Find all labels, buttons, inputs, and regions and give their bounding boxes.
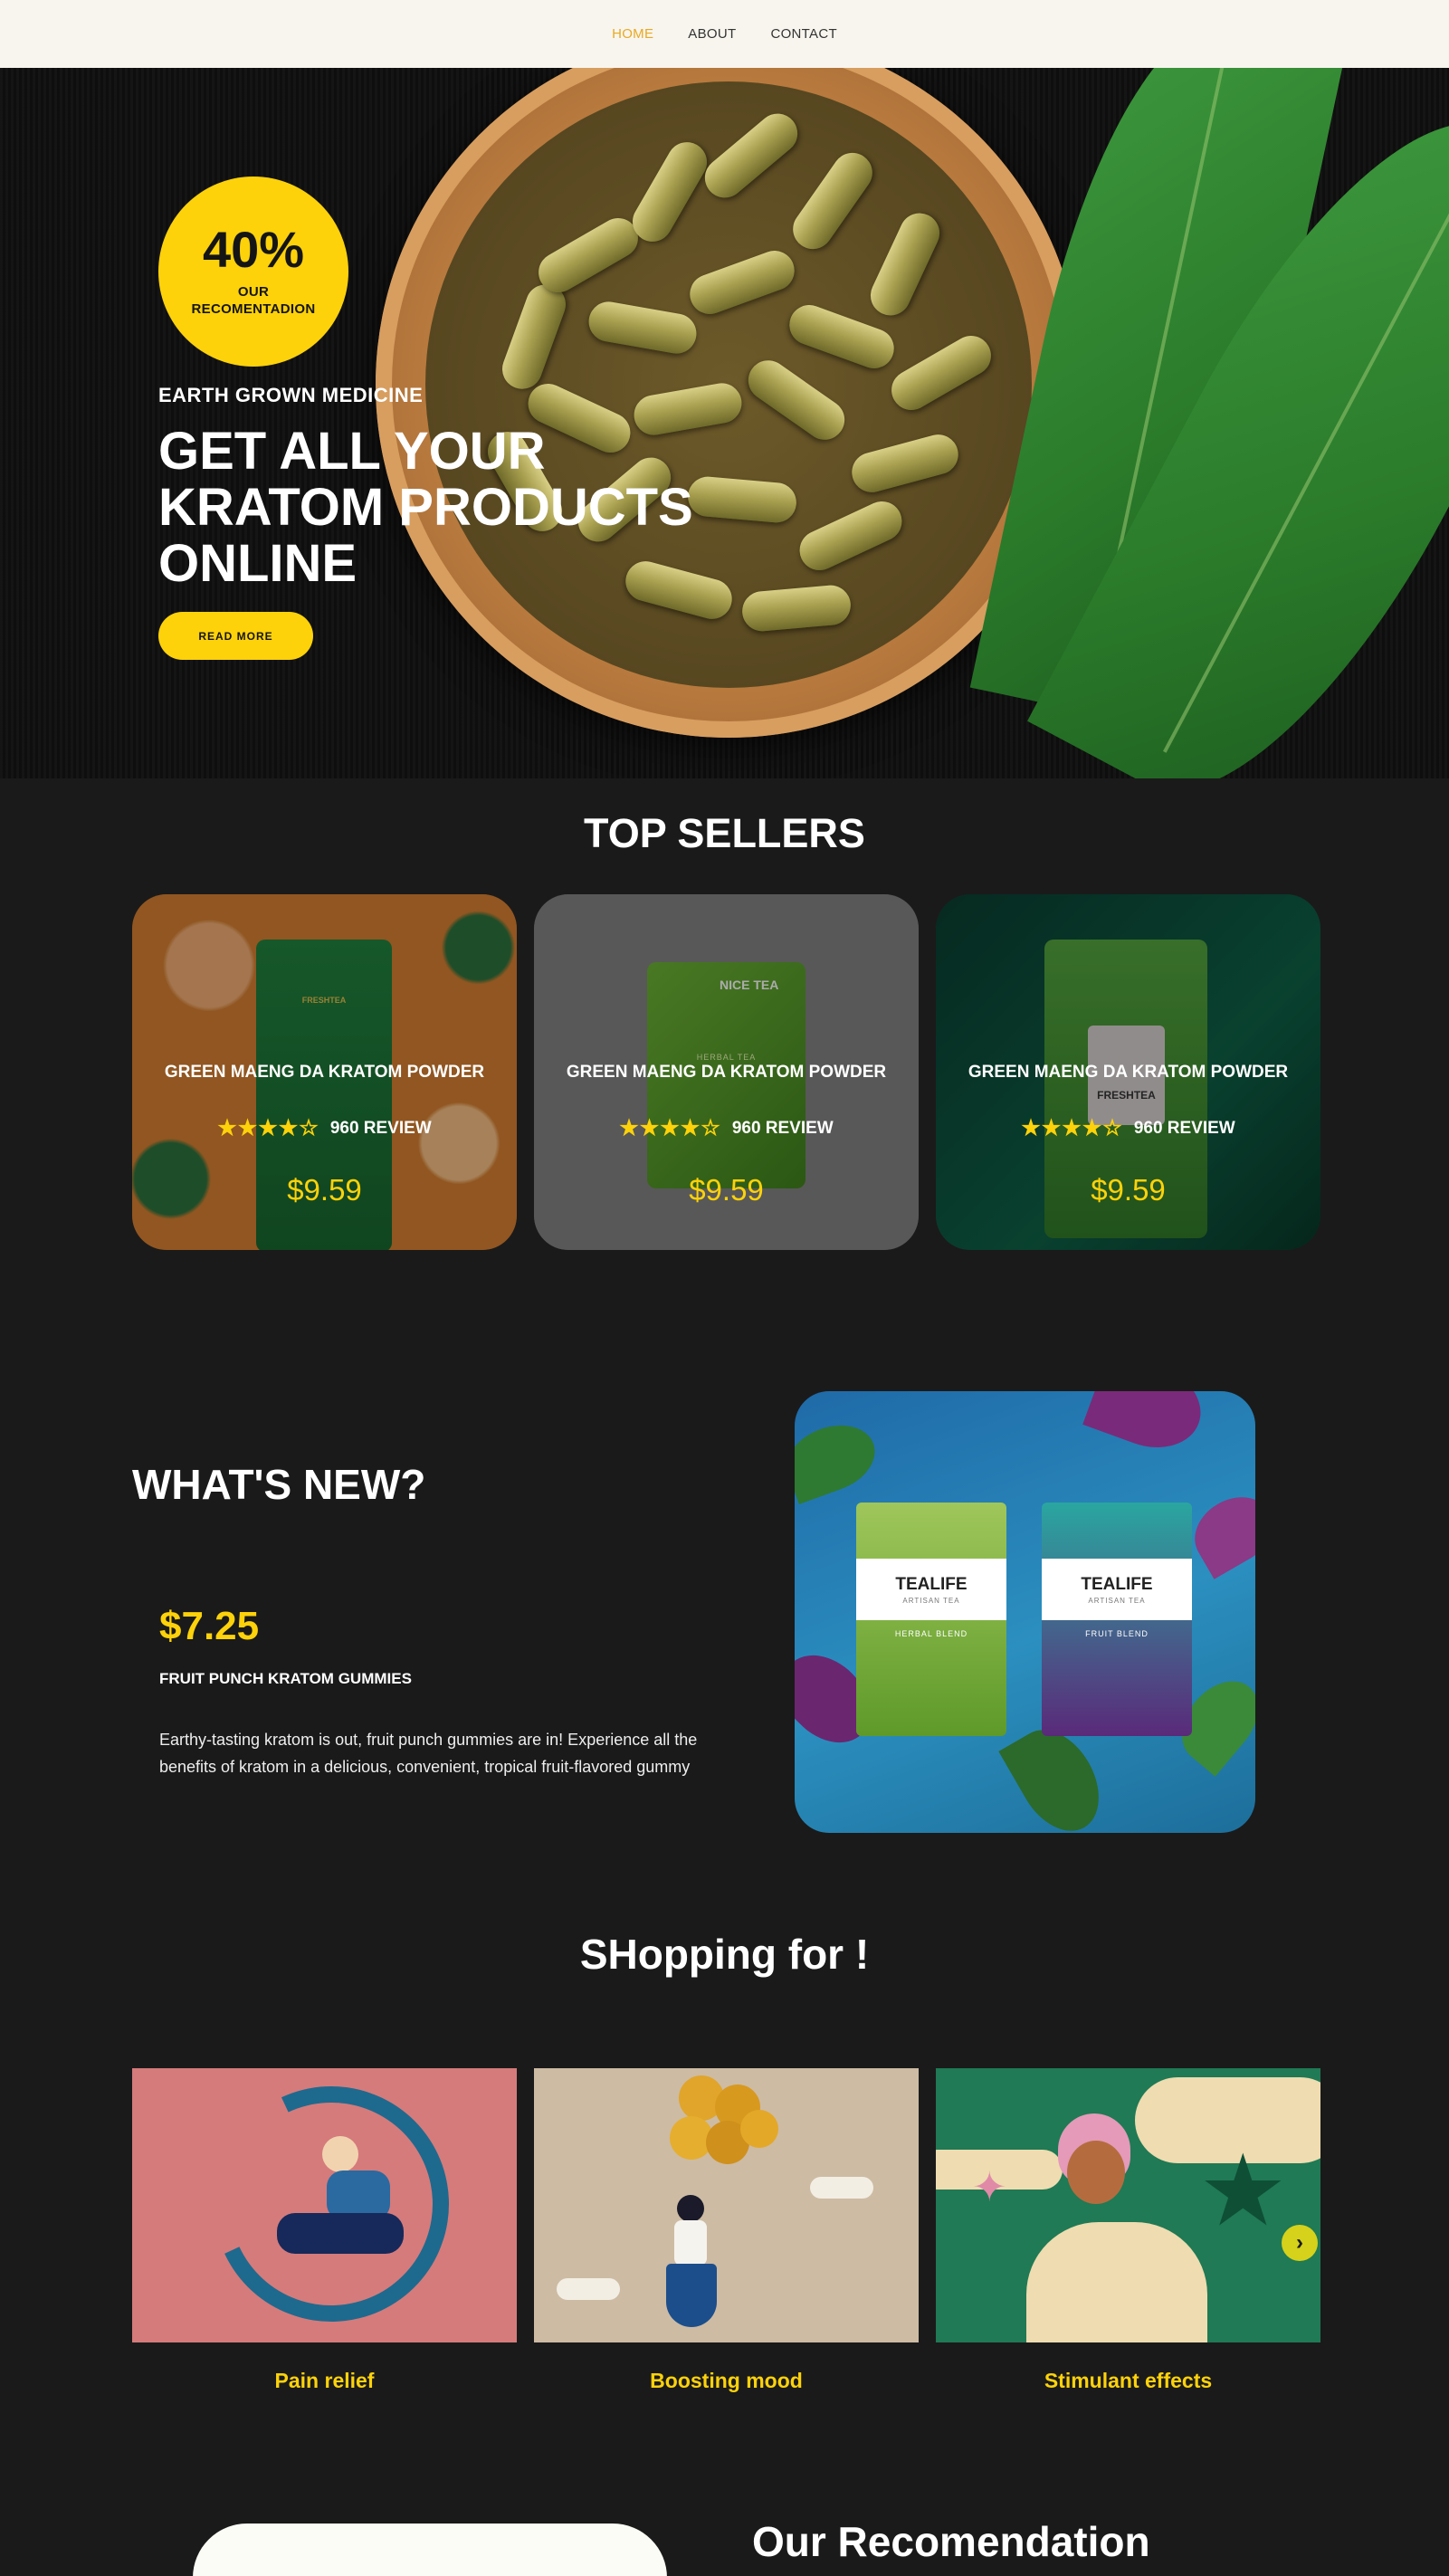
product-rating: ★★★★☆ 960 REVIEW: [936, 1115, 1320, 1141]
star-rating-icon: ★★★★☆: [619, 1116, 721, 1140]
product-card[interactable]: NICE TEA HERBAL TEA GREEN MAENG DA KRATO…: [534, 894, 919, 1250]
tea-tagline: ARTISAN TEA: [902, 1596, 960, 1605]
flower-decoration: [1182, 1484, 1255, 1579]
shop-category-card[interactable]: [132, 2068, 517, 2342]
stretching-person-illustration: [268, 2136, 413, 2272]
product-price: $9.59: [1091, 1173, 1166, 1207]
sparkle-icon: ✦: [972, 2162, 1007, 2211]
product-name: GREEN MAENG DA KRATOM POWDER: [566, 1063, 887, 1082]
product-card[interactable]: FRESHTEA GREEN MAENG DA KRATOM POWDER ★★…: [132, 894, 517, 1250]
shop-category-card[interactable]: ★ ✦: [936, 2068, 1320, 2342]
kratom-capsules-image: [425, 81, 1032, 688]
cloud-illustration: [810, 2177, 873, 2199]
featured-description: Earthy-tasting kratom is out, fruit punc…: [159, 1731, 698, 1776]
leaf-decoration: [795, 1414, 884, 1504]
top-sellers-title: TOP SELLERS: [584, 810, 865, 856]
shopping-title: SHopping for !: [579, 1931, 870, 1978]
product-rating: ★★★★☆ 960 REVIEW: [132, 1115, 517, 1141]
product-price: $9.59: [287, 1173, 362, 1207]
product-rating: ★★★★☆ 960 REVIEW: [534, 1115, 919, 1141]
shop-category-label[interactable]: Pain relief: [132, 2369, 517, 2393]
product-name: GREEN MAENG DA KRATOM POWDER: [164, 1063, 485, 1082]
product-price: $9.59: [689, 1173, 764, 1207]
flower-decoration: [1082, 1391, 1213, 1462]
whats-new-title: WHAT'S NEW?: [132, 1461, 426, 1508]
star-rating-icon: ★★★★☆: [1021, 1116, 1123, 1140]
star-rating-icon: ★★★★☆: [217, 1116, 319, 1140]
read-more-button[interactable]: READ MORE: [158, 612, 313, 660]
shop-category-label[interactable]: Boosting mood: [534, 2369, 919, 2393]
tea-tagline: ARTISAN TEA: [1088, 1596, 1146, 1605]
hero-title: GET ALL YOUR KRATOM PRODUCTS ONLINE: [158, 422, 693, 593]
recommendation-title: Our Recomendation: [752, 2518, 1150, 2565]
recommendation-card: [193, 2524, 667, 2576]
discount-label: OUR RECOMENTADION: [191, 284, 316, 317]
tea-box-label: TEALIFE ARTISAN TEA: [856, 1559, 1006, 1620]
featured-product-image: TEALIFE ARTISAN TEA HERBAL BLEND TEALIFE…: [795, 1391, 1255, 1833]
review-count: 960 REVIEW: [1133, 1119, 1235, 1138]
hero-eyebrow: EARTH GROWN MEDICINE: [158, 384, 424, 406]
carousel-next-button[interactable]: ›: [1282, 2225, 1318, 2261]
tea-brand: TEALIFE: [895, 1574, 968, 1594]
discount-percent: 40%: [202, 221, 305, 279]
product-name: GREEN MAENG DA KRATOM POWDER: [968, 1063, 1289, 1082]
woman-illustration: [661, 2195, 724, 2340]
tea-box-label: TEALIFE ARTISAN TEA: [1042, 1559, 1192, 1620]
tea-brand: TEALIFE: [1081, 1574, 1153, 1594]
tea-box-herbal: TEALIFE ARTISAN TEA HERBAL BLEND: [856, 1503, 1006, 1736]
featured-product-name: FRUIT PUNCH KRATOM GUMMIES: [159, 1670, 412, 1687]
shop-category-card[interactable]: [534, 2068, 919, 2342]
nav-contact-link[interactable]: CONTACT: [770, 26, 836, 42]
top-nav: HOME ABOUT CONTACT: [0, 0, 1449, 68]
featured-price: $7.25: [159, 1604, 260, 1648]
product-card[interactable]: FRESHTEA GREEN MAENG DA KRATOM POWDER ★★…: [936, 894, 1320, 1250]
cloud-illustration: [557, 2278, 620, 2300]
nav-home-link[interactable]: HOME: [612, 26, 653, 42]
tea-blend: FRUIT BLEND: [1085, 1629, 1149, 1638]
shop-category-label[interactable]: Stimulant effects: [936, 2369, 1320, 2393]
review-count: 960 REVIEW: [329, 1119, 432, 1138]
balloon-illustration: [670, 2075, 778, 2175]
tired-person-illustration: [1022, 2113, 1212, 2342]
tea-box-fruit: TEALIFE ARTISAN TEA FRUIT BLEND: [1042, 1503, 1192, 1736]
review-count: 960 REVIEW: [731, 1119, 834, 1138]
tea-blend: HERBAL BLEND: [894, 1629, 968, 1638]
discount-badge: 40% OUR RECOMENTADION: [158, 177, 348, 367]
nav-about-link[interactable]: ABOUT: [688, 26, 736, 42]
